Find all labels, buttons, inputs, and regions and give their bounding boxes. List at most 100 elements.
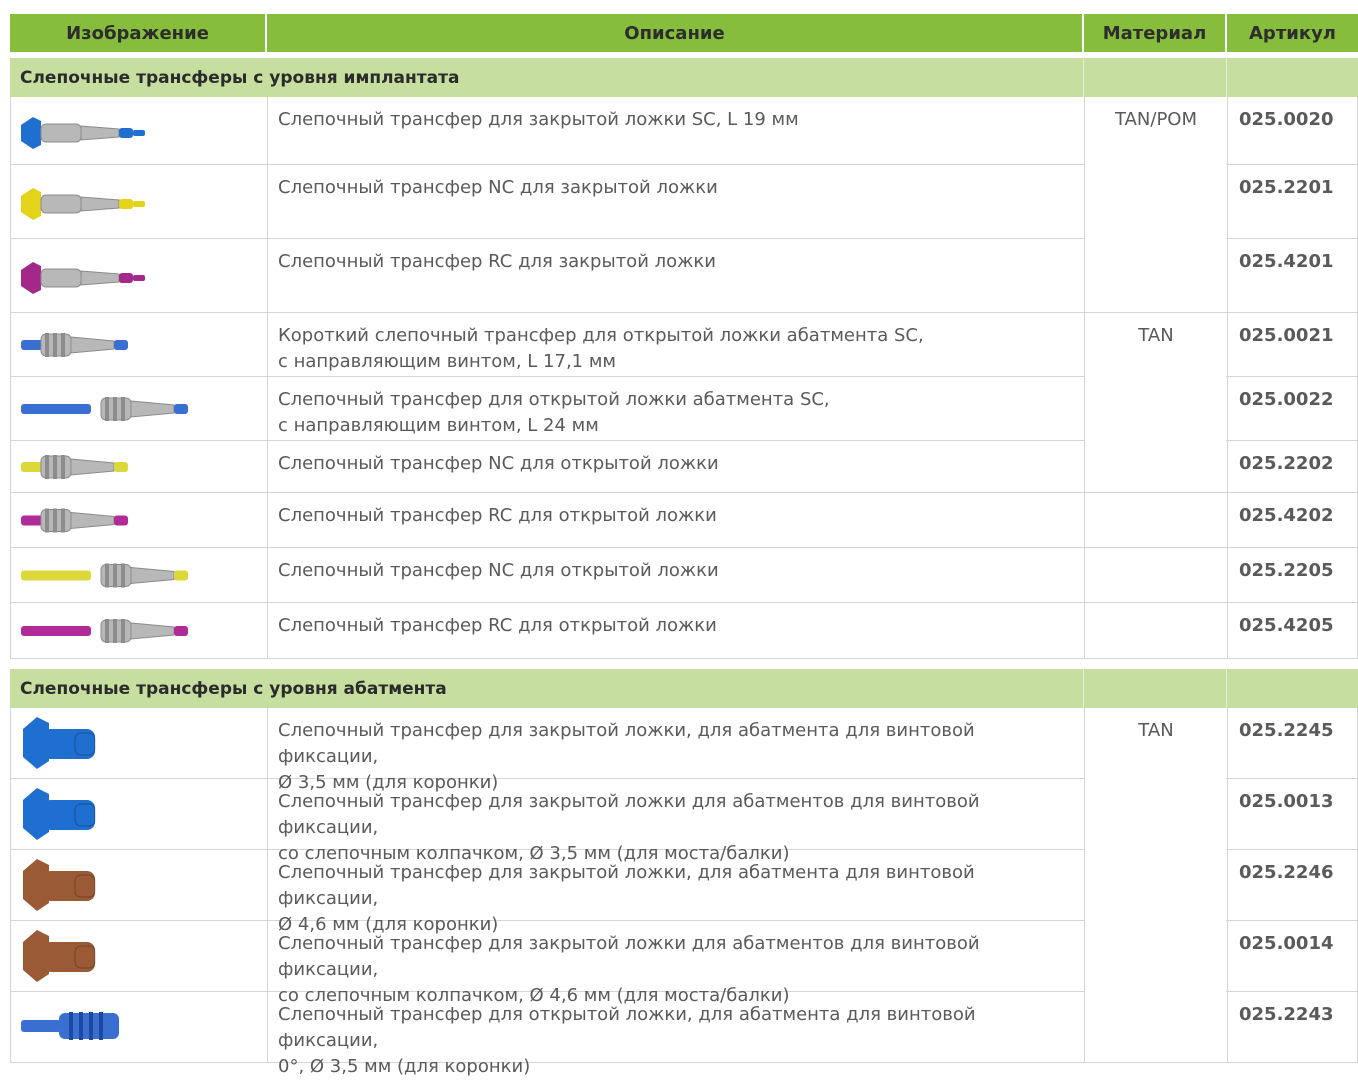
material-span-mask [1085,376,1226,377]
product-description: Слепочный трансфер NC для закрытой ложки [268,165,1085,238]
product-image [11,708,268,778]
product-image [11,441,268,492]
table-row: Слепочный трансфер RC для открытой ложки… [10,493,1358,548]
product-description: Слепочный трансфер для закрытой ложки, д… [268,708,1085,793]
description-line: Слепочный трансфер NC для открытой ложки [278,453,719,474]
section-article-cell [1227,58,1358,97]
open-tray-transfer-magenta-icon [21,508,128,532]
table-row: Слепочный трансфер NC для открытой ложки… [10,441,1358,493]
product-image [11,165,268,238]
abutment-transfer-brown-icon [23,859,96,911]
product-article: 025.0020 [1239,109,1334,130]
product-description: Слепочный трансфер NC для открытой ложки [268,441,1085,492]
product-description: Слепочный трансфер для открытой ложки аб… [268,377,1085,440]
description-line: 0°, Ø 3,5 мм (для коронки) [278,1056,531,1077]
product-material: TAN/POM [1085,97,1228,164]
section-header: Слепочные трансферы с уровня имплантата [10,58,1358,97]
description-line: Слепочный трансфер для закрытой ложки дл… [278,933,980,980]
table-row: Слепочный трансфер RC для закрытой ложки… [10,239,1358,313]
product-material [1085,603,1228,658]
product-article: 025.2246 [1239,862,1334,883]
section-header: Слепочные трансферы с уровня абатмента [10,669,1358,708]
section-article-cell [1227,669,1358,708]
material-span-mask [1085,991,1226,992]
product-image [11,313,268,376]
product-image [11,493,268,547]
open-tray-transfer-long-yellow-icon [21,563,188,587]
description-line: Слепочный трансфер для закрытой ложки дл… [278,791,980,838]
product-material [1085,239,1228,312]
product-article: 025.2205 [1239,560,1334,581]
table-row: Слепочный трансфер для открытой ложки аб… [10,377,1358,441]
table-header: Изображение Описание Материал Артикул [10,14,1358,52]
open-tray-transfer-long-blue-icon [21,396,188,421]
product-material [1085,377,1228,440]
material-span-mask [1085,920,1226,921]
header-description: Описание [267,14,1084,52]
material-span-mask [1085,164,1226,165]
product-article: 025.2201 [1239,177,1334,198]
table-row: Слепочный трансфер для закрытой ложки, д… [10,850,1358,935]
closed-tray-transfer-yellow-icon [21,187,145,220]
product-material [1085,779,1228,849]
abutment-open-transfer-blue-icon [21,1012,119,1040]
table-row: Слепочный трансфер NC для открытой ложки… [10,548,1358,603]
product-article: 025.4201 [1239,251,1334,272]
table-row: Слепочный трансфер для открытой ложки, д… [10,992,1358,1077]
table-row: Слепочный трансфер для закрытой ложки, д… [10,708,1358,793]
table-row: Слепочный трансфер NC для закрытой ложки… [10,165,1358,239]
section-title: Слепочные трансферы с уровня абатмента [10,669,1084,708]
section-material-cell [1084,58,1227,97]
open-tray-transfer-yellow-icon [21,454,128,479]
product-article: 025.2243 [1239,1004,1334,1025]
product-image [11,779,268,849]
description-line: Слепочный трансфер RC для открытой ложки [278,505,717,526]
description-line: Слепочный трансфер для закрытой ложки, д… [278,862,975,909]
description-line: Короткий слепочный трансфер для открытой… [278,325,924,346]
table-row: Короткий слепочный трансфер для открытой… [10,313,1358,377]
product-article: 025.4202 [1239,505,1334,526]
table-row: Слепочный трансфер для закрытой ложки дл… [10,779,1358,864]
product-image [11,239,268,312]
product-article: 025.0022 [1239,389,1334,410]
abutment-transfer-blue-icon [23,717,96,769]
table-row: Слепочный трансфер для закрытой ложки SC… [10,97,1358,165]
product-article: 025.0013 [1239,791,1334,812]
description-line: с направляющим винтом, L 24 мм [278,415,599,436]
description-line: Слепочный трансфер для открытой ложки аб… [278,389,830,410]
product-material [1085,165,1228,238]
closed-tray-transfer-magenta-icon [21,261,145,294]
product-material [1085,921,1228,991]
product-image [11,921,268,991]
open-tray-transfer-long-magenta-icon [21,618,188,643]
product-description: Слепочный трансфер для открытой ложки, д… [268,992,1085,1077]
product-image [11,992,268,1062]
open-tray-transfer-short-blue-icon [21,332,128,357]
description-line: Слепочный трансфер для закрытой ложки, д… [278,720,975,767]
header-article: Артикул [1249,22,1336,44]
product-article: 025.4205 [1239,615,1334,636]
material-span-mask [1085,238,1226,239]
abutment-transfer-cap-brown-icon [23,930,96,982]
table-row: Слепочный трансфер RC для открытой ложки… [10,603,1358,659]
product-article: 025.2245 [1239,720,1334,741]
product-image [11,603,268,658]
product-material [1085,992,1228,1062]
product-image [11,97,268,164]
product-description: Слепочный трансфер RC для закрытой ложки [268,239,1085,312]
section-material-cell [1084,669,1227,708]
header-material: Материал [1084,14,1227,52]
product-image [11,548,268,602]
product-image [11,850,268,920]
product-material [1085,548,1228,602]
section-title: Слепочные трансферы с уровня имплантата [10,58,1084,97]
description-line: с направляющим винтом, L 17,1 мм [278,351,616,372]
product-description: Короткий слепочный трансфер для открытой… [268,313,1085,376]
product-material: TAN [1085,708,1228,778]
product-material [1085,441,1228,492]
material-span-mask [1085,849,1226,850]
abutment-transfer-cap-blue-icon [23,788,96,840]
product-material [1085,493,1228,547]
product-article: 025.0021 [1239,325,1334,346]
product-article: 025.2202 [1239,453,1334,474]
